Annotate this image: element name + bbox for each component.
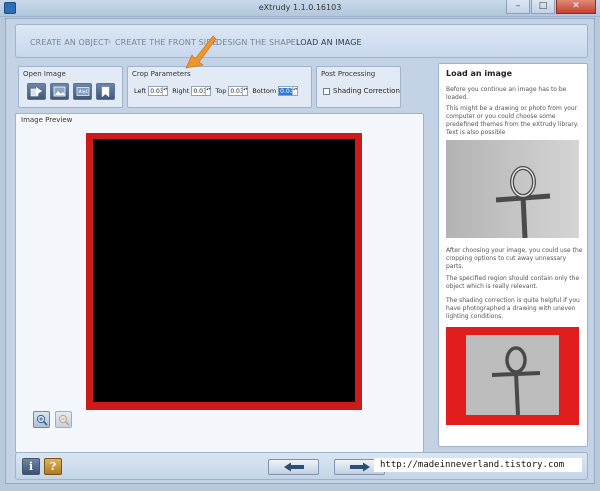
crop-top-value: 0.03 (230, 87, 243, 95)
text-abc-icon (76, 87, 89, 96)
crop-left-label: Left (134, 87, 147, 95)
crop-top-label: Top (215, 87, 227, 95)
zoom-in-button[interactable] (33, 411, 50, 428)
breadcrumb-separator: › (108, 37, 112, 46)
cropped-ankh-image (446, 327, 579, 425)
zoom-out-button[interactable] (55, 411, 72, 428)
image-canvas[interactable] (93, 139, 355, 402)
breadcrumb-create-object[interactable]: CREATE AN OBJECT (30, 38, 109, 47)
sample-cropped-image (446, 327, 579, 425)
info-button[interactable]: i (22, 458, 40, 475)
main-frame: CREATE AN OBJECT › CREATE THE FRONT SIDE… (5, 18, 595, 484)
help-text-region: The specified region should contain only… (446, 275, 580, 290)
title-bar: eXtrudy 1.1.0.16103 – □ ✕ (0, 0, 600, 17)
spin-arrows-icon[interactable]: ▴▾ (205, 87, 210, 95)
theme-library-button[interactable] (96, 83, 115, 100)
text-button[interactable] (73, 83, 92, 100)
image-preview-group: Image Preview (15, 113, 424, 453)
open-image-group: Open Image (18, 66, 123, 108)
spin-arrows-icon[interactable]: ▴▾ (242, 87, 247, 95)
crop-right-value: 0.03 (193, 87, 206, 95)
ankh-image (446, 140, 579, 238)
shading-correction-option[interactable]: Shading Correction (323, 87, 400, 95)
help-title: Load an image (446, 69, 513, 78)
spin-arrows-icon[interactable]: ▴▾ (162, 87, 167, 95)
window-controls: – □ ✕ (506, 0, 596, 15)
crop-right-label: Right (172, 87, 190, 95)
post-processing-title: Post Processing (321, 70, 376, 78)
maximize-button[interactable]: □ (531, 0, 555, 14)
arrow-right-icon (349, 462, 370, 472)
shading-correction-label: Shading Correction (333, 87, 400, 95)
arrow-left-icon (283, 462, 304, 472)
help-text-intro: Before you continue an image has to be l… (446, 86, 567, 101)
minimize-button[interactable]: – (506, 0, 530, 14)
crop-bottom-value: 0.03 (279, 87, 293, 95)
spin-arrows-icon[interactable]: ▴▾ (292, 87, 297, 95)
breadcrumb-design-shape[interactable]: DESIGN THE SHAPE (216, 38, 296, 47)
open-file-icon (30, 87, 42, 97)
crop-left-input[interactable]: 0.03 ▴▾ (148, 86, 169, 96)
watermark-url: http://madeinneverland.tistory.com (374, 458, 582, 472)
close-button[interactable]: ✕ (556, 0, 596, 14)
breadcrumb-separator: › (289, 37, 293, 46)
image-preview-title: Image Preview (21, 116, 73, 124)
post-processing-group: Post Processing Shading Correction (316, 66, 401, 108)
sample-ankh-image (446, 140, 579, 238)
crop-right-input[interactable]: 0.03 ▴▾ (191, 86, 212, 96)
help-text-shading: The shading correction is quite helpful … (446, 297, 580, 320)
help-text-cropping: After choosing your image, you could use… (446, 247, 583, 270)
bookmark-icon (101, 86, 110, 98)
crop-top-input[interactable]: 0.03 ▴▾ (228, 86, 249, 96)
help-text-sources: This might be a drawing or photo from yo… (446, 105, 579, 136)
zoom-in-icon (36, 414, 48, 426)
image-library-button[interactable] (50, 83, 69, 100)
image-library-icon (53, 86, 66, 97)
crop-row: Left 0.03 ▴▾ Right 0.03 ▴▾ Top 0.03 ▴▾ Bott… (134, 86, 299, 96)
crop-parameters-group: Crop Parameters Left 0.03 ▴▾ Right 0.03 ▴▾… (127, 66, 312, 108)
crop-left-value: 0.03 (150, 87, 163, 95)
crop-bottom-input[interactable]: 0.03 ▴▾ (278, 86, 299, 96)
help-panel: Load an image Before you continue an ima… (438, 63, 588, 447)
open-image-title: Open Image (23, 70, 66, 78)
crop-parameters-title: Crop Parameters (132, 70, 191, 78)
breadcrumb-load-image[interactable]: LOAD AN IMAGE (296, 38, 362, 47)
annotation-arrow-icon (185, 35, 217, 69)
breadcrumb: CREATE AN OBJECT › CREATE THE FRONT SIDE… (15, 24, 588, 58)
crop-region-frame[interactable] (86, 133, 362, 410)
shading-correction-checkbox[interactable] (323, 87, 330, 95)
back-button[interactable] (268, 459, 319, 475)
open-file-button[interactable] (27, 83, 46, 100)
crop-bottom-label: Bottom (252, 87, 277, 95)
zoom-out-icon (58, 414, 70, 426)
help-button[interactable]: ? (44, 458, 62, 475)
